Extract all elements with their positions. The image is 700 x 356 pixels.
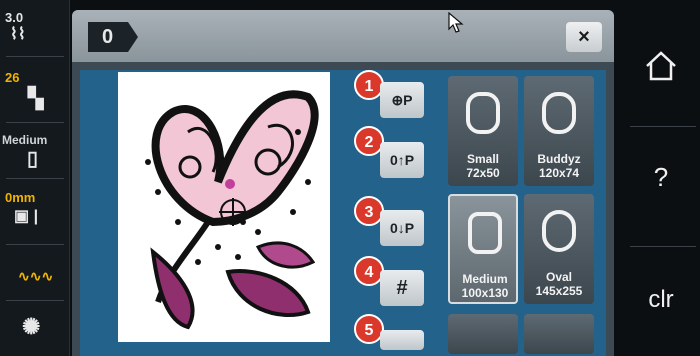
hoop-size: 72x50 [466, 166, 500, 180]
medium-hoop-icon [468, 212, 502, 254]
mouse-cursor-icon [448, 12, 464, 33]
hoop-selection-dialog: 0 × 1 2 3 4 5 ⊕P 0↑P 0↓P # Small 72x50 B… [72, 10, 614, 356]
clear-button[interactable]: clr [622, 286, 700, 314]
oval-hoop-icon [542, 210, 576, 252]
divider [630, 246, 696, 247]
hoop-status-label: Medium [2, 133, 48, 147]
home-button[interactable] [622, 50, 700, 90]
close-button[interactable]: × [566, 22, 602, 52]
divider [6, 178, 64, 179]
hoop-forward-button[interactable]: 0↑P [380, 142, 424, 178]
mode-tab[interactable]: 0 [88, 22, 138, 52]
hoop-option-medium[interactable]: Medium 100x130 [448, 194, 518, 304]
hoop-back-button[interactable]: 0↓P [380, 210, 424, 246]
divider [6, 56, 64, 57]
stitch-width-value: 3.0 [5, 10, 24, 25]
help-button[interactable]: ? [622, 162, 700, 193]
dialog-titlebar: 0 × [72, 10, 614, 62]
status-sidebar: 3.0 ⌇⌇ 26 ▚ Medium ▯ 0mm ▣ | ∿∿∿ ✺ [0, 0, 70, 356]
hoop-status-icon[interactable]: ▯ [27, 146, 38, 171]
tool-button-partial[interactable] [380, 330, 424, 350]
divider [6, 122, 64, 123]
hoop-name: Oval [545, 270, 572, 284]
hoop-workspace: 1 2 3 4 5 ⊕P 0↑P 0↓P # Small 72x50 Buddy… [80, 70, 606, 356]
divider [630, 126, 696, 127]
hoop-option-oval[interactable]: Oval 145x255 [524, 194, 594, 304]
buddyz-hoop-icon [542, 92, 576, 134]
hoop-name: Small [466, 152, 499, 166]
hoop-name: Medium [462, 272, 508, 286]
hoop-size: 100x130 [461, 286, 509, 300]
grid-button[interactable]: # [380, 270, 424, 306]
stitch-width-icon[interactable]: ⌇⌇ [10, 24, 26, 44]
hoop-option-buddyz[interactable]: Buddyz 120x74 [524, 76, 594, 186]
divider [6, 244, 64, 245]
hoop-option-partial[interactable] [448, 314, 518, 354]
design-preview [118, 72, 330, 342]
hoop-name: Buddyz [537, 152, 581, 166]
center-hoop-button[interactable]: ⊕P [380, 82, 424, 118]
home-icon [646, 51, 676, 81]
hoop-option-partial[interactable] [524, 314, 594, 354]
hoop-size: 145x255 [535, 284, 583, 298]
small-hoop-icon [466, 92, 500, 134]
stitch-length-value: 26 [5, 70, 20, 85]
stitch-pattern-icon[interactable]: ∿∿∿ [18, 268, 53, 285]
needle-offset-value: 0mm [5, 190, 36, 205]
hoop-option-small[interactable]: Small 72x50 [448, 76, 518, 186]
paisley-heart-design-icon [145, 90, 319, 330]
divider [6, 300, 64, 301]
needle-plate-icon[interactable]: ▣ | [14, 206, 38, 226]
bobbin-icon[interactable]: ✺ [22, 314, 40, 340]
right-navigation: ? clr [622, 0, 700, 356]
hoop-size: 120x74 [538, 166, 580, 180]
presser-foot-icon[interactable]: ▚ [28, 86, 43, 111]
